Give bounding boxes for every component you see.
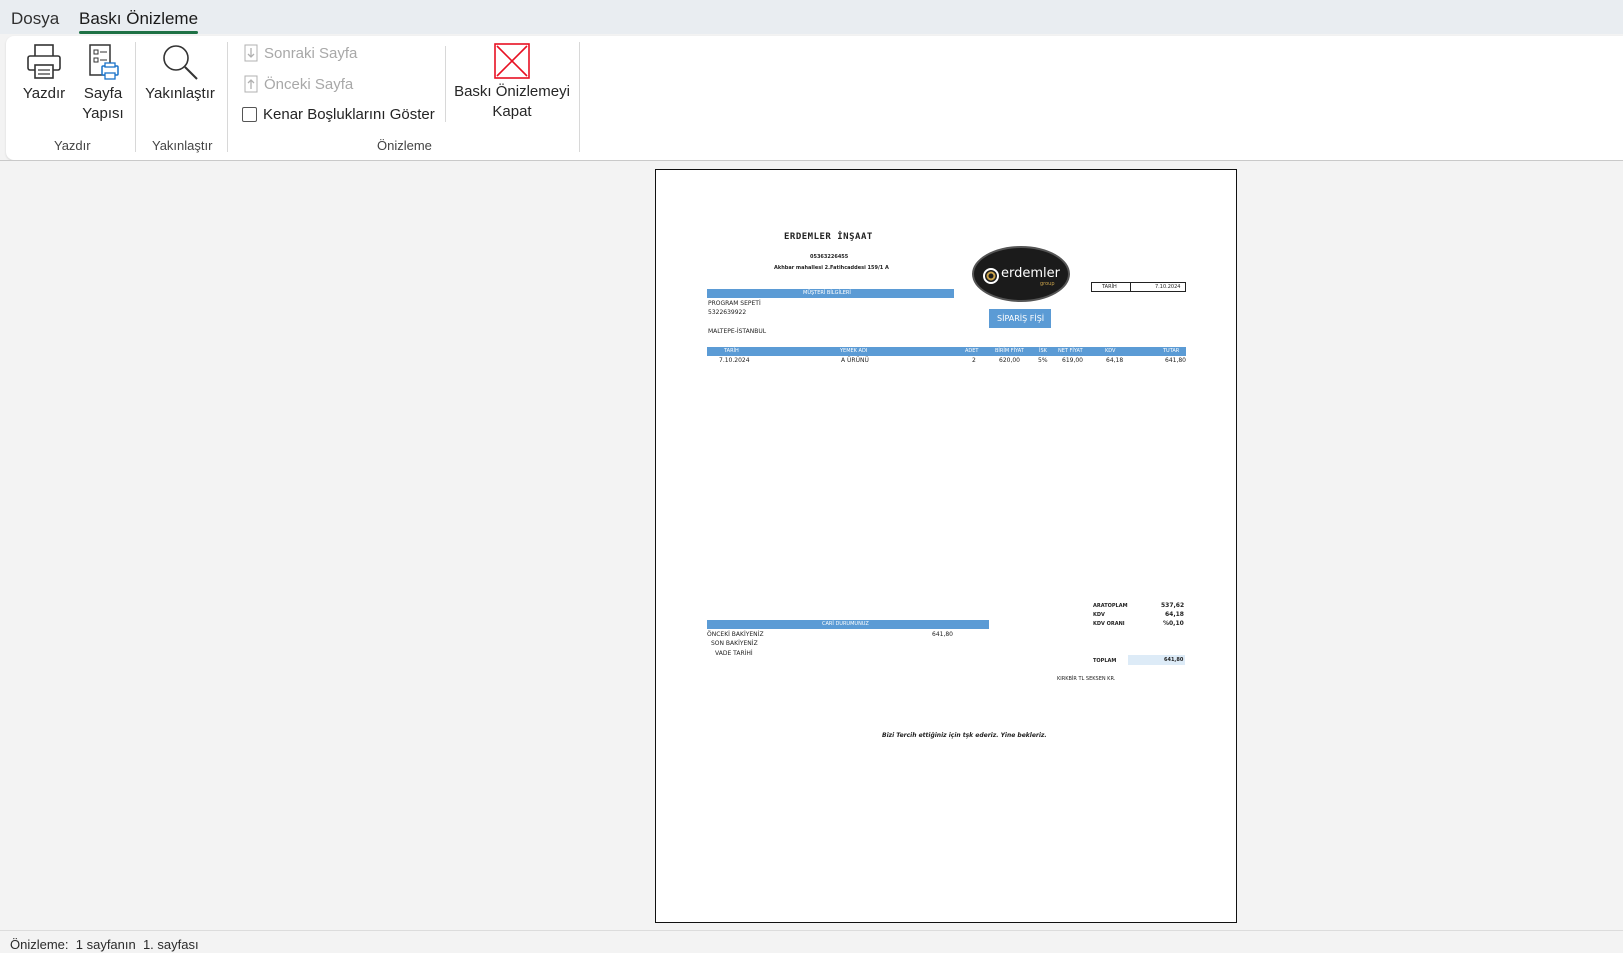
page-setup-label-2: Yapısı (82, 105, 124, 122)
printer-icon (27, 44, 61, 79)
page-setup-icon (89, 44, 119, 80)
previous-page-button[interactable]: Önceki Sayfa (244, 75, 353, 93)
tab-print-preview[interactable]: Baskı Önizleme (79, 9, 199, 34)
ribbon-separator (445, 46, 446, 122)
company-phone: 05363226455 (810, 254, 849, 260)
order-badge-label: SİPARİŞ FİŞİ (997, 314, 1045, 323)
column-header: İSK (1039, 348, 1047, 354)
subtotal-label: ARATOPLAM (1093, 603, 1128, 609)
cell-name: A ÜRÜNÜ (841, 357, 869, 364)
previous-balance-label: ÖNCEKİ BAKİYENİZ (707, 631, 764, 638)
status-text: Önizleme: 1 sayfanın 1. sayfası (10, 937, 199, 952)
table-header: TARİH YEMEK ADI ADET BİRİM FİYAT İSK NET… (707, 347, 1186, 356)
logo-text: erdemler (1001, 266, 1060, 281)
ribbon: Yazdır Sayfa Yapısı Yazdır Yakınlaştır Y… (6, 36, 1623, 160)
zoom-button[interactable]: Yakınlaştır (144, 42, 216, 104)
ribbon-tab-bar: Dosya Baskı Önizleme (0, 0, 1623, 34)
customer-header: MÜŞTERİ BİLGİLERİ (803, 290, 851, 296)
cell-unit-price: 620,00 (999, 357, 1020, 364)
show-margins-label: Kenar Boşluklarını Göster (263, 106, 435, 123)
print-label: Yazdır (22, 85, 66, 102)
vat-value: 64,18 (1165, 611, 1184, 618)
close-icon (494, 43, 530, 79)
ribbon-separator (227, 42, 228, 152)
column-header: TARİH (724, 348, 739, 354)
company-logo: erdemler group (972, 246, 1070, 302)
customer-name: PROGRAM SEPETİ (708, 300, 761, 307)
group-label-preview: Önizleme (377, 138, 432, 153)
column-header: KDV (1105, 348, 1116, 354)
close-print-preview-button[interactable]: Baskı Önizlemeyi Kapat (454, 42, 570, 122)
group-label-print: Yazdır (54, 138, 91, 153)
column-header: TUTAR (1163, 348, 1180, 354)
print-button[interactable]: Yazdır (22, 42, 66, 104)
subtotal-value: 537,62 (1161, 602, 1185, 609)
previous-page-label: Önceki Sayfa (264, 75, 354, 93)
thanks-note: Bizi Tercih ettiğiniz için tşk ederiz. Y… (882, 732, 1047, 739)
previous-balance-value: 641,80 (932, 631, 953, 638)
tab-file[interactable]: Dosya (11, 9, 59, 29)
column-header: YEMEK ADI (840, 348, 868, 354)
column-header: ADET (965, 348, 979, 354)
cell-discount: 5% (1038, 357, 1048, 364)
ribbon-separator (135, 42, 136, 152)
cell-net-price: 619,00 (1062, 357, 1083, 364)
close-preview-label-1: Baskı Önizlemeyi (454, 83, 570, 100)
preview-page: ERDEMLER İNŞAAT 05363226455 Akhbar mahal… (655, 169, 1237, 923)
zoom-label: Yakınlaştır (145, 85, 215, 102)
account-header-bar: CARİ DURUMUNUZ (707, 620, 989, 629)
column-header: NET FİYAT (1058, 348, 1083, 354)
date-box: TARİH 7.10.2024 (1091, 282, 1186, 292)
page-up-icon (244, 75, 258, 93)
date-label: TARİH (1102, 284, 1117, 290)
close-preview-label-2: Kapat (492, 103, 532, 120)
preview-area[interactable]: ERDEMLER İNŞAAT 05363226455 Akhbar mahal… (0, 160, 1623, 930)
page-setup-label-1: Sayfa (83, 85, 123, 102)
vat-rate-value: %0,10 (1163, 620, 1184, 627)
customer-city: MALTEPE-İSTANBUL (708, 328, 767, 335)
logo-subtext: group (1040, 281, 1055, 287)
next-page-button[interactable]: Sonraki Sayfa (244, 44, 357, 62)
due-date-label: VADE TARİHİ (715, 650, 753, 657)
cell-total: 641,80 (1165, 357, 1186, 364)
checkbox-box[interactable] (242, 107, 257, 122)
page-down-icon (244, 44, 258, 62)
date-value: 7.10.2024 (1155, 284, 1181, 290)
cell-qty: 2 (972, 357, 976, 364)
cell-vat: 64,18 (1106, 357, 1124, 364)
total-label: TOPLAM (1093, 658, 1117, 664)
company-address: Akhbar mahallesi 2.Fatihcaddesi 159/1 A (774, 265, 889, 271)
column-header: BİRİM FİYAT (995, 348, 1024, 354)
table-row: 7.10.2024 A ÜRÜNÜ 2 620,00 5% 619,00 64,… (707, 357, 1186, 365)
show-margins-checkbox[interactable]: Kenar Boşluklarını Göster (242, 106, 435, 123)
customer-header-bar: MÜŞTERİ BİLGİLERİ (707, 289, 954, 298)
company-name: ERDEMLER İNŞAAT (784, 232, 873, 242)
group-label-zoom: Yakınlaştır (152, 138, 213, 153)
account-header: CARİ DURUMUNUZ (822, 621, 869, 627)
vat-rate-label: KDV ORANI (1093, 621, 1125, 627)
last-balance-label: SON BAKİYENİZ (711, 640, 758, 647)
customer-phone: 5322639922 (708, 309, 747, 316)
vat-label: KDV (1093, 612, 1105, 618)
amount-in-words: KIRKBİR TL SEKSEN KR. (1057, 676, 1116, 682)
ribbon-separator (579, 42, 580, 152)
next-page-label: Sonraki Sayfa (264, 44, 358, 62)
magnifier-icon (163, 45, 198, 80)
status-bar: Önizleme: 1 sayfanın 1. sayfası (0, 930, 1623, 953)
page-setup-button[interactable]: Sayfa Yapısı (78, 42, 128, 124)
total-value: 641,80 (1164, 657, 1184, 663)
order-badge: SİPARİŞ FİŞİ (989, 309, 1051, 328)
logo-mark-icon (983, 268, 999, 284)
total-value-box: 641,80 (1128, 655, 1185, 665)
cell-date: 7.10.2024 (719, 357, 750, 364)
